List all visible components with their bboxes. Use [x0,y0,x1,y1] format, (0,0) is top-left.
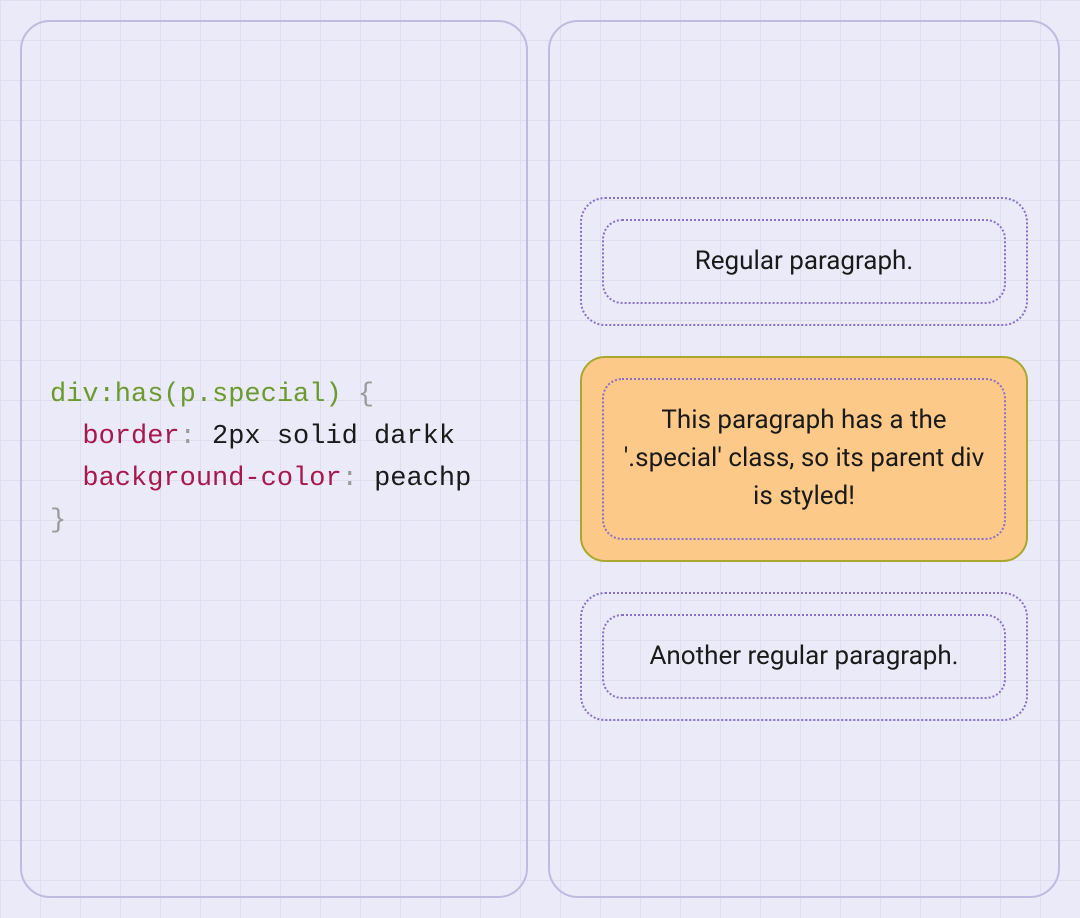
paragraph-special: This paragraph has a the '.special' clas… [602,378,1006,539]
paragraph-regular-1: Regular paragraph. [602,219,1006,305]
css-selector: div:has(p.special) [50,380,342,410]
code-panel: div:has(p.special) { border: 2px solid d… [20,20,528,898]
paragraph-regular-2: Another regular paragraph. [602,614,1006,700]
css-value-border: 2px solid darkk [212,422,455,452]
css-code-block: div:has(p.special) { border: 2px solid d… [50,375,471,542]
preview-panel: Regular paragraph. This paragraph has a … [548,20,1060,898]
css-value-background: peachp [374,464,471,494]
example-box-special: This paragraph has a the '.special' clas… [580,356,1028,561]
css-property-background: background-color [82,464,341,494]
close-brace: } [50,506,66,536]
example-box-regular-2: Another regular paragraph. [580,592,1028,722]
example-box-regular-1: Regular paragraph. [580,197,1028,327]
open-brace: { [342,380,374,410]
css-property-border: border [82,422,179,452]
